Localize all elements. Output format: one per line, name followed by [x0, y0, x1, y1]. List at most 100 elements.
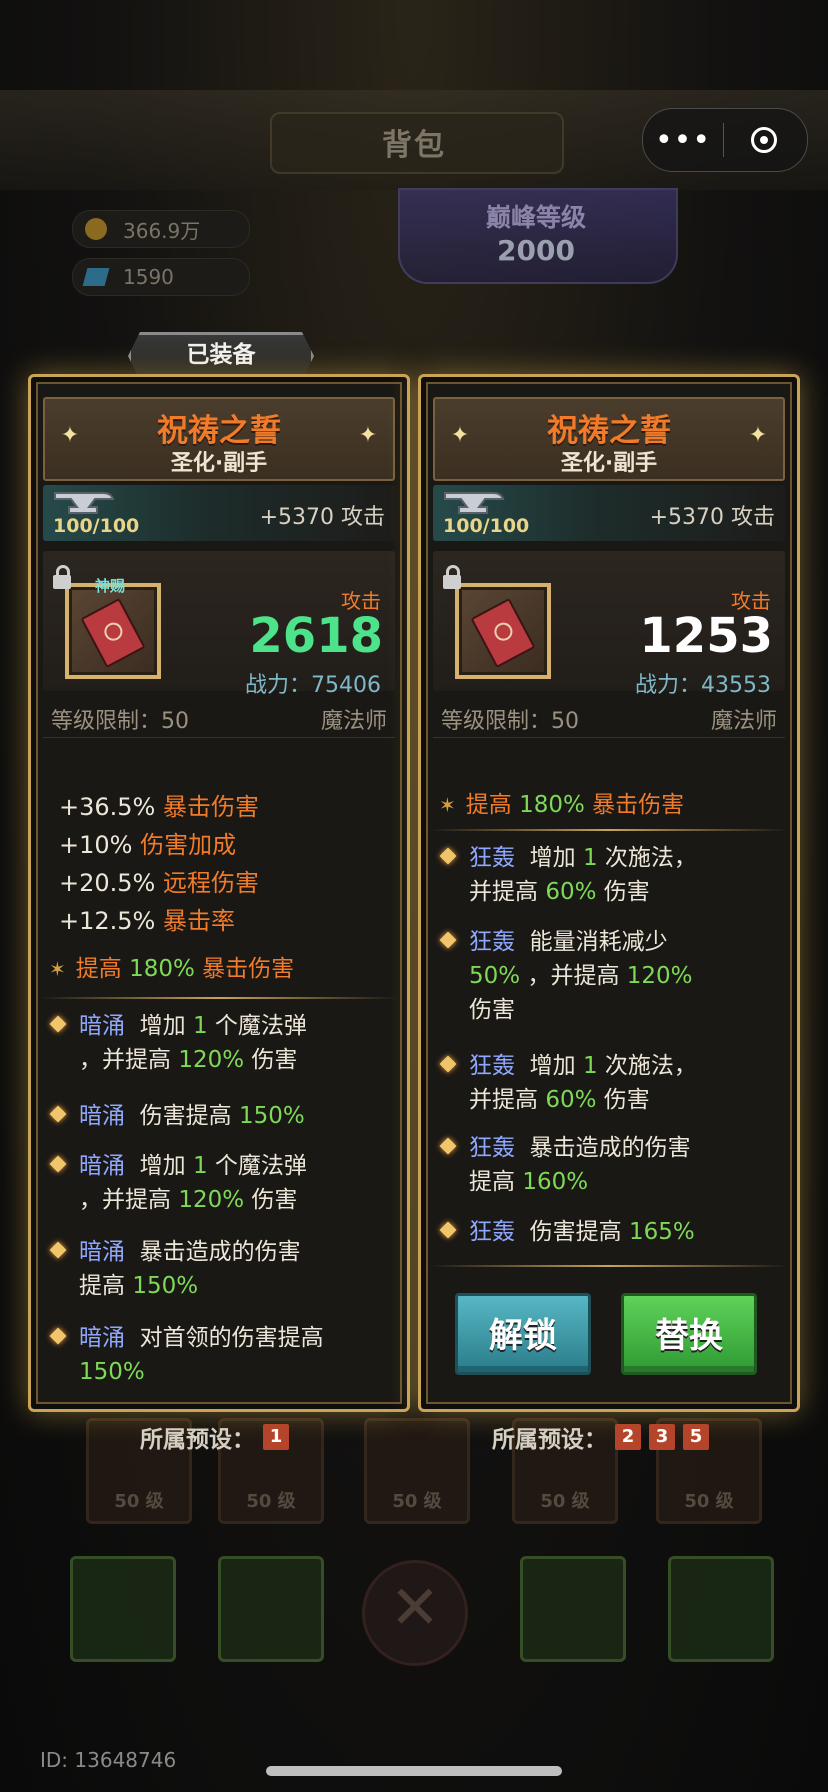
skill-desc: 伤害 [603, 879, 650, 905]
star-icon: ✶ [439, 793, 456, 817]
preset-badge[interactable]: 3 [649, 1424, 675, 1450]
stat-panel: 攻击 1253 战力：43553 [433, 551, 785, 698]
affix-value: +20.5% [59, 869, 156, 897]
slot-level: 50 级 [684, 1491, 734, 1512]
skill-number: 1 [582, 1053, 598, 1079]
diamond-icon [49, 1241, 67, 1259]
inventory-slot[interactable] [70, 1556, 176, 1662]
enhance-bar: 100/100 +5370 攻击 [43, 485, 395, 541]
affix-row: +12.5% 暴击率 [59, 901, 235, 936]
inventory-slot[interactable] [520, 1556, 626, 1662]
special-affix: ✶ 提高 180% 暴击伤害 [439, 785, 684, 819]
special-value: 180% [129, 956, 195, 982]
skill-text: 暗涌 增加 1 个魔法弹 ，并提高 120% 伤害 [79, 1149, 399, 1217]
skill-number: 120% [178, 1187, 245, 1213]
skill-desc: ，并提高 [79, 1187, 171, 1213]
item-name: 祝祷之誓 [157, 413, 281, 449]
skill-number: 60% [545, 1087, 597, 1113]
class-requirement: 魔法师 [710, 709, 777, 734]
skill-tag: 暗涌 [79, 1153, 125, 1179]
preset-badge[interactable]: 2 [615, 1424, 641, 1450]
skill-number: 60% [545, 879, 597, 905]
mini-program-capsule: ••• [642, 108, 808, 172]
skill-text: 暗涌 伤害提高 150% [79, 1099, 399, 1133]
class-requirement: 魔法师 [320, 709, 387, 734]
gold-coin-icon [85, 218, 107, 240]
skill-desc: 并提高 [469, 879, 538, 905]
diamond-icon [439, 1137, 457, 1155]
affix-name: 远程伤害 [163, 869, 259, 897]
compare-item-card: ✦ ✦ 祝祷之誓 圣化·副手 100/100 +5370 攻击 攻击 1253 … [418, 374, 800, 1412]
item-icon-frame [65, 583, 161, 679]
level-requirement: 等级限制：50 [441, 709, 579, 734]
skill-desc: 次施法， [604, 845, 697, 871]
enhance-bar: 100/100 +5370 攻击 [433, 485, 785, 541]
item-icon-frame [455, 583, 551, 679]
skill-text: 狂轰 能量消耗减少 50% ，并提高 120% 伤害 [469, 925, 789, 1027]
skill-desc: 伤害提高 [529, 1219, 622, 1245]
skill-tag: 暗涌 [79, 1013, 125, 1039]
item-header: ✦ ✦ 祝祷之誓 圣化·副手 [43, 397, 395, 481]
skill-number: 165% [628, 1219, 695, 1245]
skill-number: 1 [582, 845, 598, 871]
section-divider [429, 1265, 789, 1267]
divine-badge: 神赐 [95, 577, 126, 595]
special-prefix: 提高 [75, 956, 122, 982]
level-requirement: 等级限制：50 [51, 709, 189, 734]
skill-text: 暗涌 对首领的伤害提高 150% [79, 1321, 399, 1389]
slot-level: 50 级 [392, 1491, 442, 1512]
more-options-icon[interactable]: ••• [643, 123, 723, 158]
player-id: ID: 13648746 [40, 1748, 177, 1772]
item-type: 圣化·副手 [560, 451, 658, 476]
home-indicator[interactable] [266, 1766, 562, 1776]
affix-row: +20.5% 远程伤害 [59, 863, 259, 898]
skill-tag: 暗涌 [79, 1103, 125, 1129]
affix-row: +10% 伤害加成 [59, 825, 236, 860]
peak-level-title: 巅峰等级 [485, 203, 586, 232]
affix-value: +12.5% [59, 907, 156, 935]
enhance-count: 100/100 [443, 515, 530, 537]
skill-desc: 对首领的伤害提高 [139, 1325, 324, 1351]
spellbook-icon [80, 597, 146, 669]
preset-badge[interactable]: 1 [263, 1424, 289, 1450]
inventory-slot[interactable] [668, 1556, 774, 1662]
replace-button[interactable]: 替换 [621, 1293, 757, 1375]
skill-desc: 伤害 [251, 1187, 298, 1213]
close-mini-program-button[interactable] [724, 127, 804, 153]
skill-desc: 增加 [529, 1053, 576, 1079]
attack-bonus: +5370 攻击 [259, 505, 385, 530]
skill-text: 暗涌 增加 1 个魔法弹 ，并提高 120% 伤害 [79, 1009, 399, 1077]
special-prefix: 提高 [465, 792, 512, 818]
preset-badge[interactable]: 5 [683, 1424, 709, 1450]
skill-number: 120% [178, 1047, 245, 1073]
skill-desc: ，并提高 [527, 963, 620, 989]
diamond-icon [439, 847, 457, 865]
attack-value: 1253 [639, 608, 773, 664]
skill-desc: 暴击造成的伤害 [139, 1239, 301, 1265]
section-divider [39, 997, 399, 999]
requirement-row: 等级限制：50 魔法师 [433, 695, 785, 738]
anvil-icon [444, 492, 505, 514]
slot-level: 50 级 [540, 1491, 590, 1512]
inventory-slot[interactable]: 50 级 [364, 1418, 470, 1524]
skill-desc: 提高 [469, 1169, 515, 1195]
equipped-item-card: ✦ ✦ 祝祷之誓 圣化·副手 100/100 +5370 攻击 神赐 攻击 26… [28, 374, 410, 1412]
target-icon [751, 127, 777, 153]
skill-desc: 伤害 [603, 1087, 650, 1113]
anvil-icon [54, 492, 115, 514]
special-affix: ✶ 提高 180% 暴击伤害 [49, 949, 294, 983]
affix-name: 伤害加成 [140, 831, 237, 859]
unlock-button[interactable]: 解锁 [455, 1293, 591, 1375]
lock-icon[interactable] [443, 565, 461, 589]
preset-row-right: 所属预设： 2 3 5 [492, 1420, 709, 1454]
lock-icon[interactable] [53, 565, 71, 589]
close-x-button[interactable]: ✕ [362, 1560, 468, 1666]
skill-desc: 暴击造成的伤害 [529, 1135, 691, 1161]
skill-number: 150% [238, 1103, 305, 1129]
star-icon: ✶ [49, 957, 66, 981]
diamond-icon [439, 1055, 457, 1073]
skill-desc: 个魔法弹 [214, 1013, 307, 1039]
skill-desc: 增加 [139, 1013, 186, 1039]
inventory-slot[interactable] [218, 1556, 324, 1662]
section-divider [429, 829, 789, 831]
